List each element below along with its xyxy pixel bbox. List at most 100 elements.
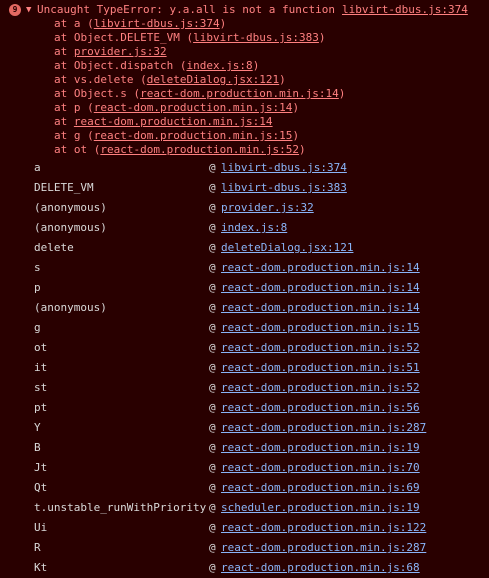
call-frame-location-link[interactable]: react-dom.production.min.js:52 (221, 378, 420, 398)
call-frame-row: Ui @ react-dom.production.min.js:122 (0, 518, 489, 538)
call-frame-at-symbol: @ (209, 201, 216, 214)
call-frame-row: B @ react-dom.production.min.js:19 (0, 438, 489, 458)
call-frame-location-link[interactable]: provider.js:32 (221, 198, 314, 218)
call-frame-row: Qt @ react-dom.production.min.js:69 (0, 478, 489, 498)
call-frame-location-link[interactable]: react-dom.production.min.js:287 (221, 418, 426, 438)
stack-line-link[interactable]: react-dom.production.min.js:14 (94, 101, 293, 114)
call-frame-location-link[interactable]: react-dom.production.min.js:51 (221, 358, 420, 378)
call-frame-location-link[interactable]: react-dom.production.min.js:19 (221, 438, 420, 458)
call-frame-at-symbol: @ (209, 261, 216, 274)
call-frame-at-symbol: @ (209, 421, 216, 434)
call-frame-location-link[interactable]: libvirt-dbus.js:374 (221, 158, 347, 178)
stack-line-link[interactable]: libvirt-dbus.js:374 (94, 17, 220, 30)
call-frame-at-symbol: @ (209, 481, 216, 494)
call-frame-function: s (34, 261, 41, 274)
call-frame-at-symbol: @ (209, 401, 216, 414)
stack-line-suffix: ) (318, 31, 326, 44)
call-frame-at-symbol: @ (209, 241, 216, 254)
call-frame-location-link[interactable]: react-dom.production.min.js:287 (221, 538, 426, 558)
call-stack-frames: a @ libvirt-dbus.js:374 DELETE_VM @ libvirt-d… (0, 158, 489, 578)
stack-line-suffix: ) (279, 73, 286, 86)
stack-line-suffix: ) (292, 101, 300, 114)
stack-line: at ot (react-dom.production.min.js:52) (54, 143, 345, 157)
call-frame-location-link[interactable]: react-dom.production.min.js:15 (221, 318, 420, 338)
call-frame-location-link[interactable]: react-dom.production.min.js:14 (221, 258, 420, 278)
stack-line-prefix: at Object.dispatch ( (54, 59, 187, 72)
call-frame-function: delete (34, 241, 74, 254)
console-panel: 9 ▼ Uncaught TypeError: y.a.all is not a… (0, 0, 489, 578)
stack-line-link[interactable]: libvirt-dbus.js:383 (193, 31, 319, 44)
stack-line: at provider.js:32 (54, 45, 345, 59)
call-frame-location-link[interactable]: react-dom.production.min.js:14 (221, 278, 420, 298)
call-frame-function: g (34, 321, 41, 334)
call-frame-at-symbol: @ (209, 181, 216, 194)
stack-line: at react-dom.production.min.js:14 (54, 115, 345, 129)
call-frame-at-symbol: @ (209, 561, 216, 574)
call-frame-function: B (34, 441, 41, 454)
stack-line: at vs.delete (deleteDialog.jsx:121) (54, 73, 345, 87)
stack-line-link[interactable]: react-dom.production.min.js:14 (74, 115, 273, 128)
call-frame-location-link[interactable]: react-dom.production.min.js:52 (221, 338, 420, 358)
error-source-link[interactable]: libvirt-dbus.js:374 (342, 3, 468, 17)
error-stack-trace: at a (libvirt-dbus.js:374) at Object.DELE… (54, 17, 345, 157)
call-frame-function: pt (34, 401, 48, 414)
call-frame-row: (anonymous) @ index.js:8 (0, 218, 489, 238)
call-frame-function: Y (34, 421, 41, 434)
stack-line-link[interactable]: react-dom.production.min.js:52 (100, 143, 299, 156)
call-frame-at-symbol: @ (209, 161, 216, 174)
call-frame-location-link[interactable]: react-dom.production.min.js:14 (221, 298, 420, 318)
call-frame-row: a @ libvirt-dbus.js:374 (0, 158, 489, 178)
call-frame-row: (anonymous) @ provider.js:32 (0, 198, 489, 218)
call-frame-function: p (34, 281, 41, 294)
stack-line-link[interactable]: react-dom.production.min.js:15 (94, 129, 293, 142)
call-frame-at-symbol: @ (209, 281, 216, 294)
call-frame-location-link[interactable]: react-dom.production.min.js:122 (221, 518, 426, 538)
call-frame-row: ot @ react-dom.production.min.js:52 (0, 338, 489, 358)
call-frame-location-link[interactable]: react-dom.production.min.js:69 (221, 478, 420, 498)
stack-line-link[interactable]: deleteDialog.jsx:121 (147, 73, 279, 86)
call-frame-at-symbol: @ (209, 221, 216, 234)
stack-line-suffix: ) (219, 17, 227, 30)
stack-line: at Object.dispatch (index.js:8) (54, 59, 345, 73)
call-frame-row: delete @ deleteDialog.jsx:121 (0, 238, 489, 258)
stack-line-prefix: at (54, 45, 74, 58)
call-frame-at-symbol: @ (209, 301, 216, 314)
call-frame-location-link[interactable]: react-dom.production.min.js:68 (221, 558, 420, 578)
call-frame-function: Jt (34, 461, 48, 474)
call-frame-row: s @ react-dom.production.min.js:14 (0, 258, 489, 278)
call-frame-row: Y @ react-dom.production.min.js:287 (0, 418, 489, 438)
stack-line-link[interactable]: provider.js:32 (74, 45, 167, 58)
expand-toggle-icon[interactable]: ▼ (26, 3, 36, 17)
error-header[interactable]: 9 ▼ Uncaught TypeError: y.a.all is not a… (0, 3, 489, 17)
call-frame-function: st (34, 381, 48, 394)
call-frame-location-link[interactable]: index.js:8 (221, 218, 287, 238)
call-frame-location-link[interactable]: react-dom.production.min.js:70 (221, 458, 420, 478)
call-frame-row: st @ react-dom.production.min.js:52 (0, 378, 489, 398)
call-frame-function: Qt (34, 481, 48, 494)
stack-line-prefix: at p ( (54, 101, 94, 114)
stack-line-suffix: ) (292, 129, 300, 142)
call-frame-row: t.unstable_runWithPriority @ scheduler.pro… (0, 498, 489, 518)
call-frame-at-symbol: @ (209, 441, 216, 454)
call-frame-location-link[interactable]: deleteDialog.jsx:121 (221, 238, 353, 258)
stack-line-prefix: at Object.s ( (54, 87, 141, 100)
stack-line-prefix: at a ( (54, 17, 94, 30)
error-message: Uncaught TypeError: y.a.all is not a fun… (37, 3, 336, 16)
call-frame-row: Jt @ react-dom.production.min.js:70 (0, 458, 489, 478)
call-frame-location-link[interactable]: scheduler.production.min.js:19 (221, 498, 420, 518)
stack-line-link[interactable]: index.js:8 (186, 59, 252, 72)
call-frame-function: R (34, 541, 41, 554)
call-frame-function: a (34, 161, 41, 174)
call-frame-function: t.unstable_runWithPriority (34, 501, 207, 514)
call-frame-row: (anonymous) @ react-dom.production.min.js:… (0, 298, 489, 318)
call-frame-location-link[interactable]: react-dom.production.min.js:56 (221, 398, 420, 418)
call-frame-location-link[interactable]: libvirt-dbus.js:383 (221, 178, 347, 198)
stack-line-prefix: at vs.delete ( (54, 73, 147, 86)
call-frame-at-symbol: @ (209, 501, 216, 514)
stack-line-prefix: at (54, 115, 74, 128)
call-frame-row: it @ react-dom.production.min.js:51 (0, 358, 489, 378)
call-frame-at-symbol: @ (209, 361, 216, 374)
call-frame-row: pt @ react-dom.production.min.js:56 (0, 398, 489, 418)
error-count-badge: 9 (9, 4, 21, 16)
stack-line-link[interactable]: react-dom.production.min.js:14 (140, 87, 339, 100)
